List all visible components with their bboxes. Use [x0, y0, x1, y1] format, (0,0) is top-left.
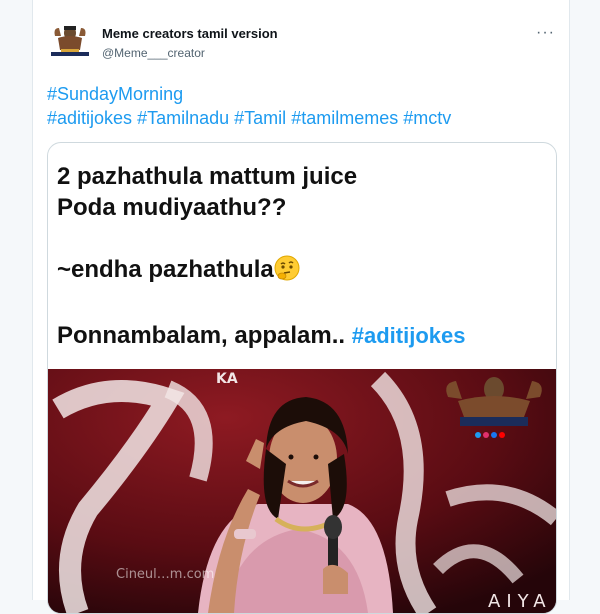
thinking-face-icon: [274, 255, 300, 289]
hashtag-link[interactable]: #mctv: [403, 108, 451, 128]
meme-line-with-emoji: ~endha pazhathula: [57, 254, 547, 289]
meme-line: Ponnambalam, appalam..: [57, 322, 346, 349]
hashtag-link[interactable]: #SundayMorning: [47, 84, 183, 104]
hashtag-link[interactable]: #Tamilnadu: [137, 108, 229, 128]
avatar-image: [47, 22, 93, 58]
tweet-card[interactable]: Meme creators tamil version @Meme___crea…: [32, 0, 570, 614]
backdrop-letters: AIYA: [488, 591, 552, 612]
author-handle[interactable]: @Meme___creator: [102, 46, 205, 60]
hashtag-link[interactable]: #tamilmemes: [291, 108, 398, 128]
more-options-icon[interactable]: ···: [536, 24, 555, 42]
hashtag-line-2: #aditijokes #Tamilnadu #Tamil #tamilmeme…: [47, 106, 557, 130]
meme-hashtag: #aditijokes: [351, 323, 466, 348]
meme-line: ~endha pazhathula: [57, 256, 274, 283]
meme-line: Poda mudiyaathu??: [57, 194, 287, 221]
hashtag-link[interactable]: #Tamil: [234, 108, 286, 128]
meme-caption: 2 pazhathula mattum juice Poda mudiyaath…: [57, 161, 547, 351]
tweet-media[interactable]: 2 pazhathula mattum juice Poda mudiyaath…: [47, 142, 557, 614]
hashtag-link[interactable]: #aditijokes: [47, 108, 132, 128]
author-name[interactable]: Meme creators tamil version: [102, 26, 278, 41]
backdrop-letters: KA: [216, 371, 238, 387]
tweet-text: #SundayMorning #aditijokes #Tamilnadu #T…: [47, 82, 557, 130]
photo-watermark: Cineul…m.com: [116, 567, 215, 582]
hashtag-line-1: #SundayMorning: [47, 82, 557, 106]
meme-line: 2 pazhathula mattum juice: [57, 163, 358, 190]
meme-photo: KA AIYA Cineul…m.com: [48, 369, 556, 613]
avatar[interactable]: [47, 22, 93, 58]
meme-line-with-hashtag: Ponnambalam, appalam.. #aditijokes: [57, 320, 547, 351]
